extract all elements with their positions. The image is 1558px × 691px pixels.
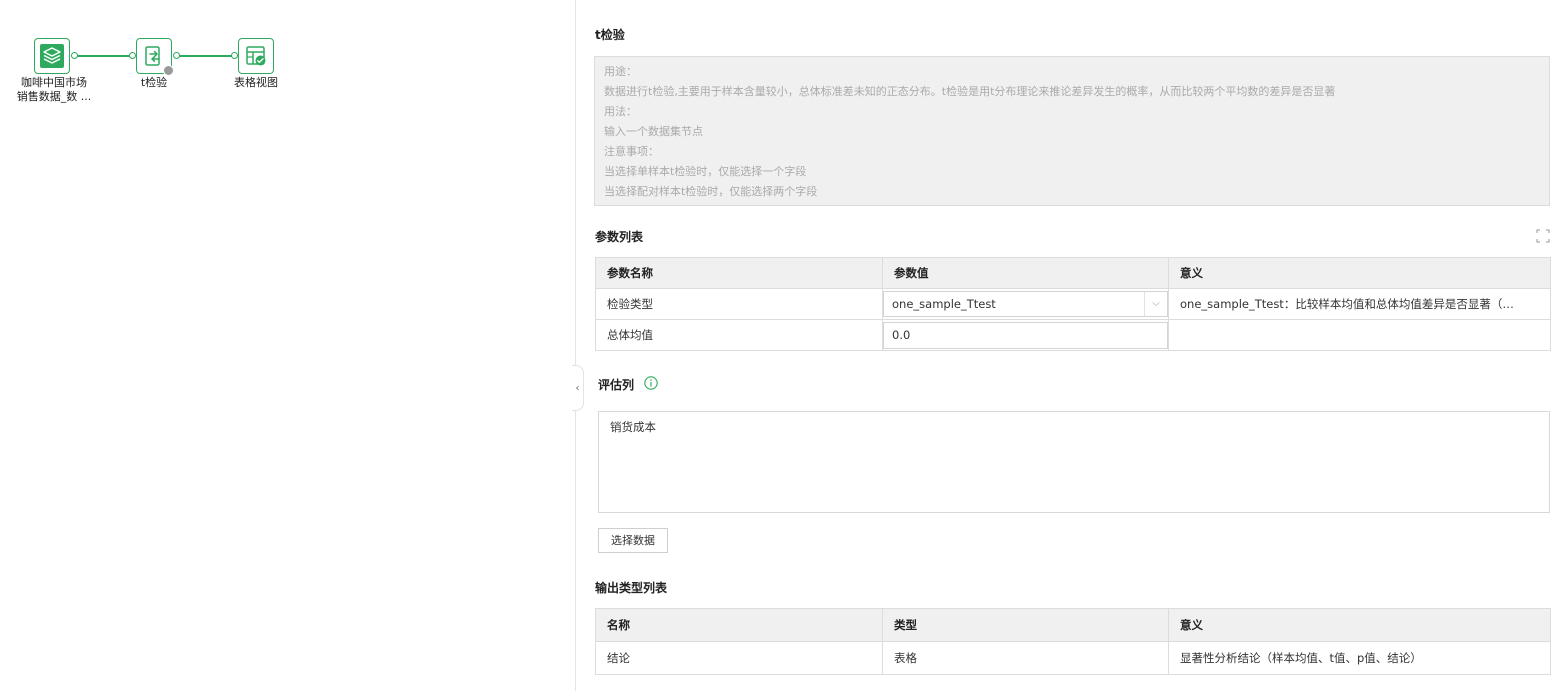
properties-panel: t检验 用途： 数据进行t检验,主要用于样本含量较小，总体标准差未知的正态分布。…: [576, 0, 1558, 691]
param-name: 检验类型: [595, 288, 883, 320]
output-header-meaning: 意义: [1168, 608, 1551, 642]
description-line: 数据进行t检验,主要用于样本含量较小，总体标准差未知的正态分布。t检验是用t分布…: [604, 85, 1336, 98]
param-value-cell: 0.0: [882, 319, 1169, 351]
panel-title: t检验: [595, 28, 625, 42]
node-dataset-label-line2: 销售数据_数 ...: [16, 90, 92, 103]
node-ttest-output-port[interactable]: [173, 52, 180, 59]
edge-1: [76, 55, 131, 57]
param-meaning: [1168, 319, 1551, 351]
node-dataset-label: 咖啡中国市场 销售数据_数 ...: [4, 76, 104, 104]
params-header-value: 参数值: [882, 257, 1169, 289]
population-mean-input[interactable]: 0.0: [883, 321, 1168, 349]
node-ttest-status-icon: [163, 65, 174, 76]
description-line: 注意事项：: [604, 145, 659, 158]
params-table: 参数名称 参数值 意义 检验类型 one_sample_Ttest ⌵ one_…: [595, 257, 1551, 351]
edge-2: [178, 55, 233, 57]
layers-icon: [40, 44, 64, 68]
chevron-down-icon[interactable]: ⌵: [1144, 292, 1167, 316]
node-ttest-label-line1: t检验: [140, 76, 168, 89]
workflow-canvas[interactable]: 咖啡中国市场 销售数据_数 ... t检验 表格视图: [0, 0, 575, 691]
description-line: 用途：: [604, 65, 637, 78]
description-line: 用法：: [604, 105, 637, 118]
node-table-view[interactable]: [238, 38, 274, 74]
params-header-meaning: 意义: [1168, 257, 1551, 289]
description-line: 当选择配对样本t检验时，仅能选择两个字段: [604, 185, 818, 198]
params-title: 参数列表: [595, 230, 644, 244]
eval-columns-box[interactable]: 销货成本: [598, 411, 1550, 513]
output-table: 名称 类型 意义 结论 表格 显著性分析结论（样本均值、t值、p值、结论）: [595, 608, 1551, 675]
params-table-header: 参数名称 参数值 意义: [595, 257, 1551, 289]
node-table-view-label-line1: 表格视图: [234, 76, 278, 89]
transform-icon: [145, 46, 160, 66]
table-view-icon: [246, 46, 266, 66]
node-dataset[interactable]: [34, 38, 70, 74]
eval-column-value: 销货成本: [610, 420, 656, 434]
info-icon[interactable]: [644, 376, 658, 390]
description-line: 输入一个数据集节点: [604, 125, 703, 138]
output-types-title: 输出类型列表: [595, 581, 668, 595]
table-row: 检验类型 one_sample_Ttest ⌵ one_sample_Ttest…: [595, 288, 1551, 320]
node-ttest-label: t检验: [114, 76, 194, 90]
table-row: 结论 表格 显著性分析结论（样本均值、t值、p值、结论）: [595, 641, 1551, 675]
node-dataset-label-line1: 咖啡中国市场: [21, 76, 87, 89]
param-name: 总体均值: [595, 319, 883, 351]
fullscreen-icon[interactable]: [1536, 229, 1550, 243]
output-table-header: 名称 类型 意义: [595, 608, 1551, 642]
population-mean-value: 0.0: [892, 327, 911, 342]
output-meaning: 显著性分析结论（样本均值、t值、p值、结论）: [1168, 641, 1551, 675]
select-data-button[interactable]: 选择数据: [598, 528, 668, 553]
node-table-view-label: 表格视图: [216, 76, 296, 90]
param-value-cell: one_sample_Ttest ⌵: [882, 288, 1169, 320]
test-type-select-value: one_sample_Ttest: [892, 297, 996, 311]
output-header-name: 名称: [595, 608, 883, 642]
output-name: 结论: [595, 641, 883, 675]
node-ttest-input-port[interactable]: [129, 52, 136, 59]
output-type: 表格: [882, 641, 1169, 675]
test-type-select[interactable]: one_sample_Ttest ⌵: [883, 291, 1168, 317]
params-header-name: 参数名称: [595, 257, 883, 289]
description-box: 用途： 数据进行t检验,主要用于样本含量较小，总体标准差未知的正态分布。t检验是…: [594, 56, 1550, 206]
node-table-view-input-port[interactable]: [231, 52, 238, 59]
param-meaning: one_sample_Ttest：比较样本均值和总体均值差异是否显著（…: [1168, 288, 1551, 320]
eval-columns-title: 评估列: [598, 378, 635, 392]
output-header-type: 类型: [882, 608, 1169, 642]
node-dataset-output-port[interactable]: [71, 52, 78, 59]
table-row: 总体均值 0.0: [595, 319, 1551, 351]
description-line: 当选择单样本t检验时，仅能选择一个字段: [604, 165, 807, 178]
